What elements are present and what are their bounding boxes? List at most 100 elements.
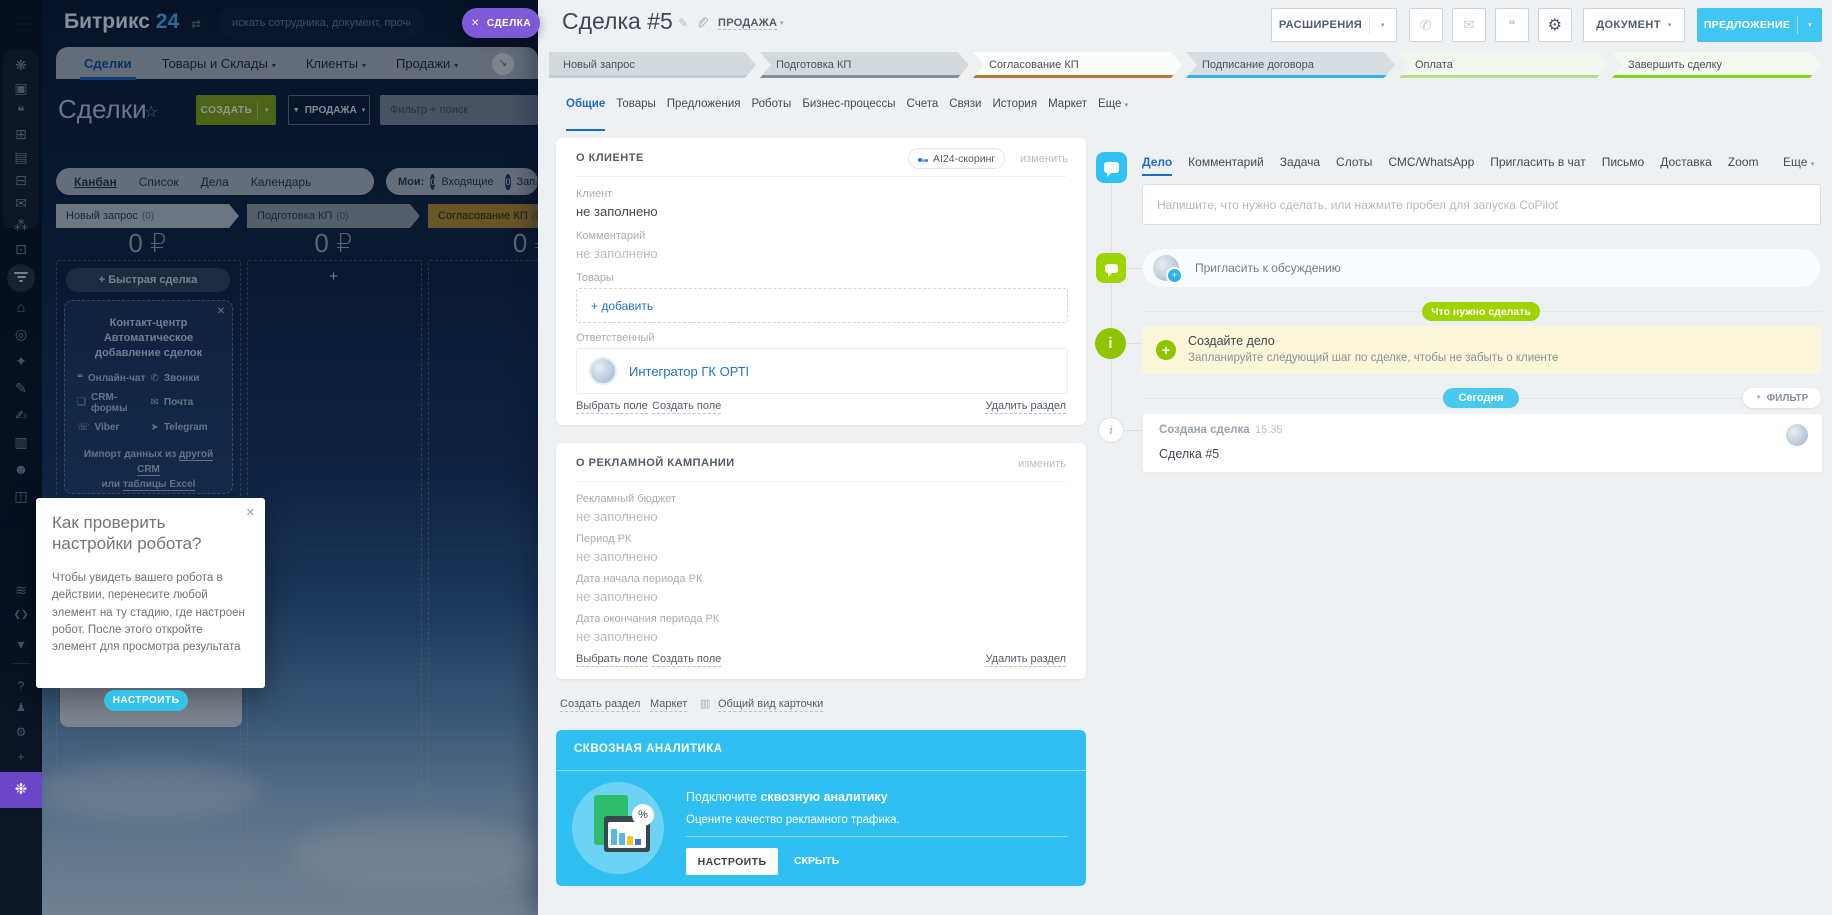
- mail-icon: ✉: [1463, 17, 1474, 33]
- ai-scoring-badge[interactable]: AI24-скоринг: [908, 148, 1005, 169]
- responsible-box: Интегратор ГК ОРТl: [576, 348, 1068, 394]
- deal-tab-bizproc[interactable]: Бизнес-процессы: [802, 98, 895, 124]
- chevron-down-icon: ▾: [1811, 161, 1815, 168]
- delete-section-link[interactable]: Удалить раздел: [985, 400, 1066, 414]
- tl-tab-zoom[interactable]: Zoom: [1728, 155, 1759, 169]
- timeline-event-card[interactable]: Создана сделка 15:35 Сделка #5: [1142, 413, 1823, 473]
- email-button[interactable]: ✉: [1452, 8, 1486, 42]
- field-label: Дата начала периода РК: [576, 573, 702, 585]
- extensions-button[interactable]: РАСШИРЕНИЯ ▾: [1271, 8, 1397, 42]
- tl-tab-sms[interactable]: СМС/WhatsApp: [1388, 155, 1474, 169]
- market-link[interactable]: Маркет: [650, 698, 687, 712]
- card-view-link[interactable]: Общий вид карточки: [718, 698, 823, 712]
- banner-subtitle: Оцените качество рекламного трафика.: [686, 814, 900, 826]
- add-product-box[interactable]: + добавить: [576, 288, 1068, 323]
- field-value[interactable]: не заполнено: [576, 629, 658, 644]
- chevron-down-icon: ▾: [1125, 102, 1129, 109]
- select-field-link[interactable]: Выбрать поле: [576, 400, 648, 414]
- stage-new-request[interactable]: Новый запрос: [549, 52, 756, 78]
- field-label: Комментарий: [576, 230, 645, 242]
- deal-panel: Сделка #5 ✎ ПРОДАЖА ▾ РАСШИРЕНИЯ ▾ ✆ ✉ ❝…: [538, 0, 1832, 915]
- tl-tab-delivery[interactable]: Доставка: [1660, 155, 1712, 169]
- chat-button[interactable]: ❝: [1495, 8, 1529, 42]
- stage-payment[interactable]: Оплата: [1399, 52, 1608, 78]
- add-person-icon: +: [1166, 267, 1183, 284]
- todo-input[interactable]: [1143, 185, 1820, 224]
- field-value[interactable]: не заполнено: [576, 246, 658, 261]
- tl-tab-more[interactable]: Еще ▾: [1783, 155, 1814, 169]
- tl-tab-activity[interactable]: Дело: [1142, 155, 1172, 169]
- section-title: О РЕКЛАМНОЙ КАМПАНИИ: [576, 457, 735, 469]
- stage-contract-signing[interactable]: Подписание договора: [1186, 52, 1395, 78]
- deal-tab-quotes[interactable]: Предложения: [667, 98, 741, 124]
- tooltip-body: Чтобы увидеть вашего робота в действии, …: [52, 570, 248, 656]
- chevron-down-icon: ▾: [780, 19, 784, 27]
- chat-icon: ❝: [1508, 17, 1515, 33]
- field-value[interactable]: не заполнено: [576, 204, 658, 219]
- timeline-line: [1111, 183, 1112, 430]
- tl-tab-task[interactable]: Задача: [1280, 155, 1320, 169]
- create-field-link[interactable]: Создать поле: [652, 400, 721, 414]
- field-value[interactable]: не заполнено: [576, 549, 658, 564]
- plus-icon: +: [1156, 340, 1176, 360]
- document-button[interactable]: ДОКУМЕНТ ▾: [1583, 8, 1685, 42]
- today-pill[interactable]: Сегодня: [1443, 388, 1519, 408]
- tl-tab-invite-chat[interactable]: Пригласить в чат: [1490, 155, 1585, 169]
- event-info-icon: i: [1098, 417, 1124, 443]
- stage-preparing-quote[interactable]: Подготовка КП: [760, 52, 969, 78]
- deal-tab-more[interactable]: Еще ▾: [1098, 98, 1128, 124]
- paperclip-icon[interactable]: [696, 15, 708, 34]
- funnel-icon: ▼: [1756, 395, 1762, 401]
- ai-icon: [918, 153, 928, 165]
- deal-tab-general[interactable]: Общие: [566, 98, 605, 124]
- todo-input-box: [1142, 184, 1821, 225]
- timeline-filter-button[interactable]: ▼ ФИЛЬТР: [1743, 388, 1821, 408]
- select-field-link[interactable]: Выбрать поле: [576, 653, 648, 667]
- analytics-banner: СКВОЗНАЯ АНАЛИТИКА % Подключите сквозную…: [556, 730, 1086, 886]
- event-body: Сделка #5: [1159, 447, 1219, 461]
- event-title: Создана сделка: [1159, 424, 1250, 436]
- stage-quote-approval[interactable]: Согласование КП: [973, 52, 1182, 78]
- close-slider-button[interactable]: ✕ СДЕЛКА: [462, 8, 540, 38]
- configure-robot-button[interactable]: НАСТРОИТЬ: [104, 690, 188, 711]
- tl-tab-letter[interactable]: Письмо: [1602, 155, 1645, 169]
- analytics-illustration: %: [572, 782, 664, 874]
- chevron-down-icon: ▾: [1370, 21, 1396, 29]
- deal-tab-products[interactable]: Товары: [616, 98, 656, 124]
- create-section-link[interactable]: Создать раздел: [560, 698, 640, 712]
- globe-tile[interactable]: ❉: [0, 772, 42, 808]
- field-value[interactable]: не заполнено: [576, 509, 658, 524]
- close-icon[interactable]: ✕: [246, 506, 255, 519]
- percent-icon: %: [632, 804, 654, 826]
- dim-overlay[interactable]: [0, 0, 538, 915]
- globe-icon: ❉: [15, 781, 28, 798]
- deal-funnel-selector[interactable]: ПРОДАЖА: [718, 17, 777, 30]
- create-field-link[interactable]: Создать поле: [652, 653, 721, 667]
- field-label: Рекламный бюджет: [576, 493, 676, 505]
- section-title: О КЛИЕНТЕ: [576, 152, 644, 164]
- deal-tab-invoices[interactable]: Счета: [907, 98, 939, 124]
- settings-button[interactable]: ⚙: [1538, 8, 1572, 42]
- deal-tab-history[interactable]: История: [992, 98, 1037, 124]
- deal-tab-market[interactable]: Маркет: [1048, 98, 1087, 124]
- proposal-button[interactable]: ПРЕДЛОЖЕНИЕ ▾: [1697, 8, 1822, 42]
- delete-section-link[interactable]: Удалить раздел: [985, 653, 1066, 667]
- gear-icon: ⚙: [1548, 15, 1563, 35]
- tl-tab-slots[interactable]: Слоты: [1336, 155, 1372, 169]
- deal-tab-robots[interactable]: Роботы: [752, 98, 792, 124]
- timeline-chat-icon[interactable]: [1096, 152, 1127, 183]
- create-todo-card[interactable]: + Создайте дело Запланируйте следующий ш…: [1142, 326, 1821, 374]
- deal-tabs: Общие Товары Предложения Роботы Бизнес-п…: [566, 98, 1126, 124]
- edit-section-link[interactable]: изменить: [1018, 458, 1066, 470]
- invite-discussion-row[interactable]: + Пригласить к обсуждению: [1142, 248, 1821, 288]
- edit-section-link[interactable]: изменить: [1020, 153, 1068, 165]
- tl-tab-comment[interactable]: Комментарий: [1188, 155, 1264, 169]
- deal-tab-links[interactable]: Связи: [949, 98, 981, 124]
- banner-configure-button[interactable]: НАСТРОИТЬ: [686, 848, 778, 875]
- field-value[interactable]: не заполнено: [576, 589, 658, 604]
- stage-close-deal[interactable]: Завершить сделку: [1612, 52, 1821, 78]
- banner-hide-button[interactable]: СКРЫТЬ: [794, 855, 839, 867]
- responsible-name-link[interactable]: Интегратор ГК ОРТl: [629, 364, 749, 379]
- edit-title-icon[interactable]: ✎: [678, 16, 688, 30]
- call-button[interactable]: ✆: [1409, 8, 1443, 42]
